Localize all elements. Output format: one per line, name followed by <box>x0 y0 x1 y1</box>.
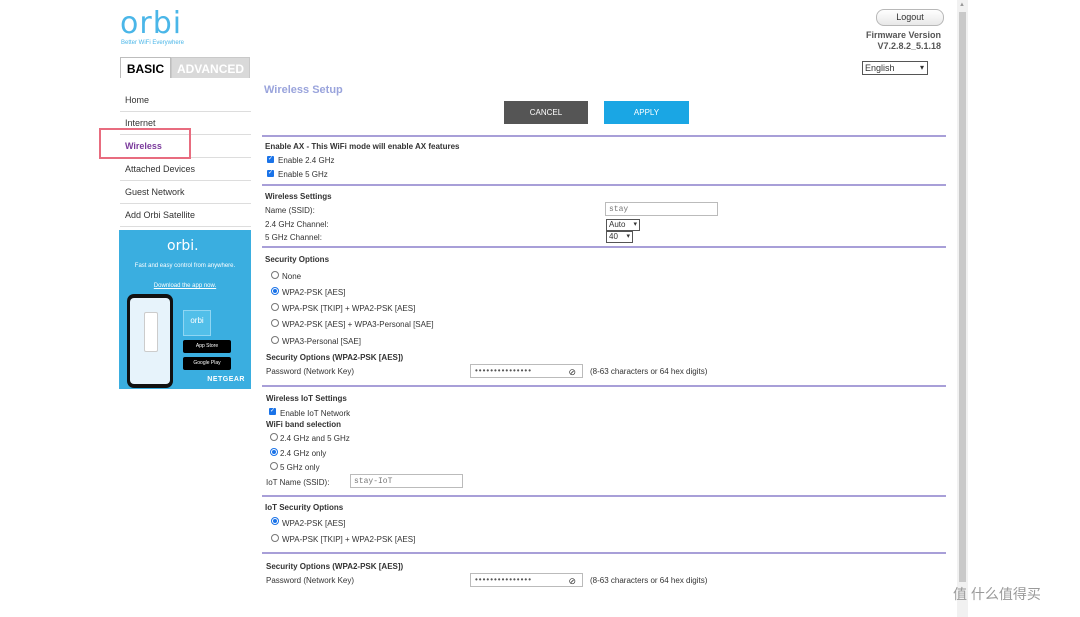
divider <box>262 135 946 137</box>
enable-24ghz-label: Enable 2.4 GHz <box>278 156 335 165</box>
watermark: 值 什么值得买 <box>953 586 1041 602</box>
enable-iot-checkbox[interactable]: ✓ <box>269 408 276 415</box>
channel-24-select[interactable]: Auto ▾ <box>606 219 640 231</box>
iot-security-radio-wpa2[interactable] <box>271 517 279 525</box>
divider <box>262 184 946 186</box>
iot-password-mask: ••••••••••••••• <box>475 575 533 584</box>
band-selection-heading: WiFi band selection <box>266 420 342 429</box>
iot-security-heading: IoT Security Options <box>265 503 344 512</box>
ax-heading: Enable AX - This WiFi mode will enable A… <box>265 142 460 151</box>
orbi-app-tile: orbi <box>183 310 211 336</box>
logout-button[interactable]: Logout <box>876 9 944 26</box>
password-mask: ••••••••••••••• <box>475 366 533 375</box>
eye-slash-icon[interactable]: ⊘ <box>568 575 577 587</box>
password-input[interactable]: ••••••••••••••• ⊘ <box>470 364 583 378</box>
tab-basic[interactable]: BASIC <box>120 57 171 78</box>
iot-password-input[interactable]: ••••••••••••••• ⊘ <box>470 573 583 587</box>
band-option-label: 5 GHz only <box>280 463 320 472</box>
promo-text: Fast and easy control from anywhere. <box>134 263 236 269</box>
sidebar-item-add-satellite[interactable]: Add Orbi Satellite <box>120 204 251 227</box>
language-select[interactable]: English ▾ <box>862 61 928 75</box>
chevron-down-icon: ▾ <box>633 221 637 228</box>
tab-advanced[interactable]: ADVANCED <box>171 57 250 78</box>
channel-5-label: 5 GHz Channel: <box>265 233 322 242</box>
chevron-down-icon: ▾ <box>919 63 924 72</box>
app-store-badge[interactable]: App Store <box>183 340 231 353</box>
enable-5ghz-label: Enable 5 GHz <box>278 170 328 179</box>
band-radio-5[interactable] <box>270 462 278 470</box>
band-option-label: 2.4 GHz only <box>280 449 327 458</box>
orbi-logo: orbi <box>120 6 183 41</box>
phone-image <box>127 294 173 388</box>
ssid-label: Name (SSID): <box>265 206 315 215</box>
promo-download-link[interactable]: Download the app now. <box>129 283 241 289</box>
security-radio-wpa-wpa2[interactable] <box>271 303 279 311</box>
iot-security-option-label: WPA-PSK [TKIP] + WPA2-PSK [AES] <box>282 535 416 544</box>
app-promo-banner[interactable]: orbi. Fast and easy control from anywher… <box>119 230 251 389</box>
iot-security-option-label: WPA2-PSK [AES] <box>282 519 346 528</box>
ssid-input[interactable]: stay <box>605 202 718 216</box>
band-radio-24[interactable] <box>270 448 278 456</box>
firmware-label: Firmware Version <box>865 30 941 40</box>
band-option-label: 2.4 GHz and 5 GHz <box>280 434 350 443</box>
divider <box>262 552 946 554</box>
scrollbar-thumb[interactable] <box>959 12 966 582</box>
eye-slash-icon[interactable]: ⊘ <box>568 366 577 378</box>
page-title: Wireless Setup <box>264 84 343 96</box>
enable-5ghz-checkbox[interactable]: ✓ <box>267 170 274 177</box>
channel-5-select[interactable]: 40 ▾ <box>606 231 633 243</box>
channel-24-value: Auto <box>609 220 626 229</box>
wpa2-sub-heading: Security Options (WPA2-PSK [AES]) <box>266 353 404 362</box>
scroll-up-arrow-icon[interactable]: ▲ <box>959 2 965 8</box>
security-radio-wpa2[interactable] <box>271 287 279 295</box>
enable-iot-label: Enable IoT Network <box>280 409 351 418</box>
language-value: English <box>865 63 895 73</box>
sidebar-item-attached-devices[interactable]: Attached Devices <box>120 158 251 181</box>
password-hint: (8-63 characters or 64 hex digits) <box>590 367 708 376</box>
highlight-annotation <box>99 128 191 159</box>
divider <box>262 385 946 387</box>
iot-wpa2-sub-heading: Security Options (WPA2-PSK [AES]) <box>266 562 404 571</box>
cancel-button[interactable]: CANCEL <box>504 101 588 124</box>
apply-button[interactable]: APPLY <box>604 101 689 124</box>
netgear-brand: NETGEAR <box>207 376 245 383</box>
wireless-settings-heading: Wireless Settings <box>265 192 332 201</box>
security-radio-wpa3[interactable] <box>271 336 279 344</box>
security-options-heading: Security Options <box>265 255 330 264</box>
logo-tagline: Better WiFi Everywhere <box>121 40 185 46</box>
security-option-label: WPA2-PSK [AES] + WPA3-Personal [SAE] <box>282 320 434 329</box>
iot-name-input[interactable]: stay-IoT <box>350 474 463 488</box>
promo-logo: orbi. <box>167 238 199 254</box>
divider <box>262 246 946 248</box>
password-label: Password (Network Key) <box>266 367 355 376</box>
iot-name-label: IoT Name (SSID): <box>266 478 330 487</box>
security-radio-none[interactable] <box>271 271 279 279</box>
iot-password-hint: (8-63 characters or 64 hex digits) <box>590 576 708 585</box>
security-option-label: WPA-PSK [TKIP] + WPA2-PSK [AES] <box>282 304 416 313</box>
security-option-label: None <box>282 272 302 281</box>
iot-settings-heading: Wireless IoT Settings <box>266 394 347 403</box>
sidebar-item-home[interactable]: Home <box>120 89 251 112</box>
channel-5-value: 40 <box>609 232 618 241</box>
divider <box>262 495 946 497</box>
google-play-badge[interactable]: Google Play <box>183 357 231 370</box>
security-option-label: WPA3-Personal [SAE] <box>282 337 361 346</box>
security-option-label: WPA2-PSK [AES] <box>282 288 346 297</box>
band-radio-both[interactable] <box>270 433 278 441</box>
enable-24ghz-checkbox[interactable]: ✓ <box>267 156 274 163</box>
iot-security-radio-wpa-wpa2[interactable] <box>271 534 279 542</box>
iot-password-label: Password (Network Key) <box>266 576 355 585</box>
firmware-version: V7.2.8.2_5.1.18 <box>877 41 941 51</box>
sidebar-item-guest-network[interactable]: Guest Network <box>120 181 251 204</box>
security-radio-wpa2-wpa3[interactable] <box>271 319 279 327</box>
chevron-down-icon: ▾ <box>626 233 630 240</box>
channel-24-label: 2.4 GHz Channel: <box>265 220 329 229</box>
